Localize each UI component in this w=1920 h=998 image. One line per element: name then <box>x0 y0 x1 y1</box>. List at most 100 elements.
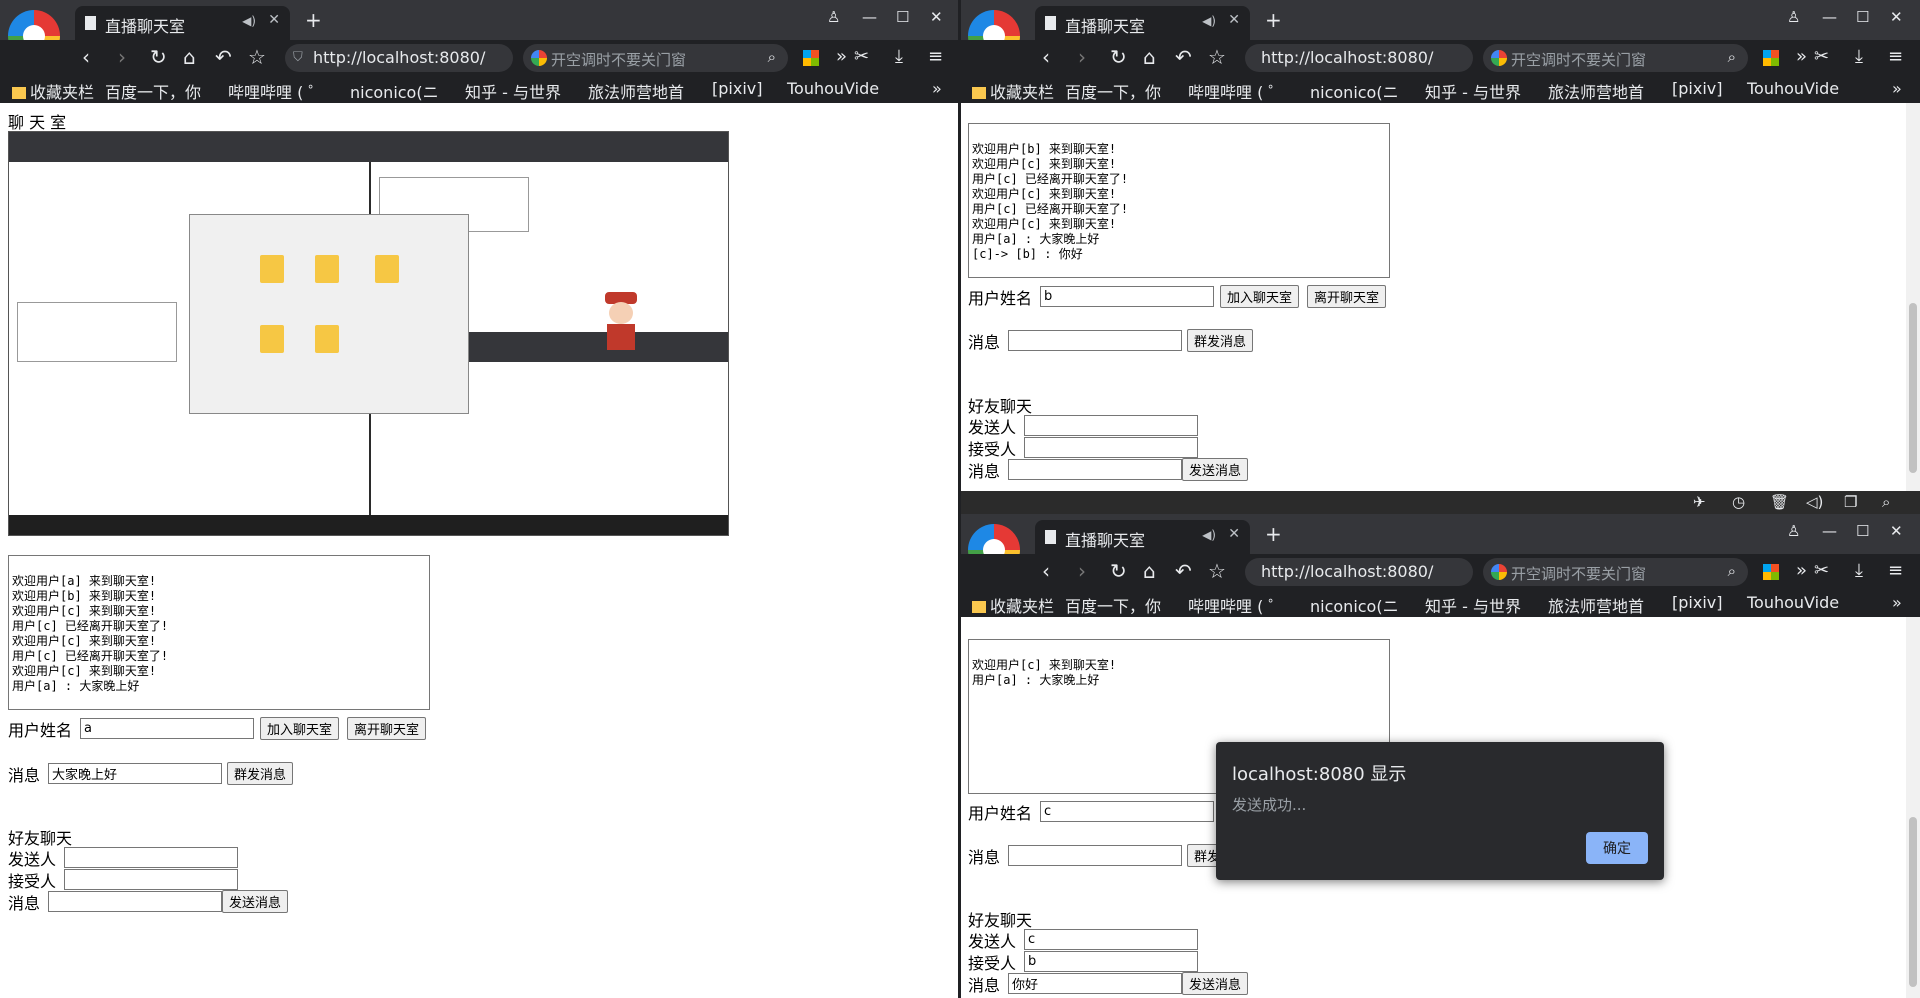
bookmark-zhihu[interactable]: 知乎 - 与世界 <box>1425 79 1521 103</box>
back-icon[interactable]: ‹ <box>1042 560 1050 582</box>
shirt-icon[interactable]: ♙ <box>827 8 840 26</box>
forward-icon[interactable]: › <box>1078 46 1086 68</box>
apps-icon[interactable] <box>1763 564 1779 580</box>
bookmark-bilibili[interactable]: 哔哩哔哩 ( ゜ <box>1188 79 1284 103</box>
close-window-button[interactable]: ✕ <box>1890 522 1903 540</box>
scissors-icon[interactable]: ✂ <box>1814 560 1829 581</box>
bookmark-folder[interactable]: 收藏夹栏 <box>972 593 1054 617</box>
window-icon[interactable]: ❐ <box>1844 493 1857 511</box>
address-bar[interactable]: http://localhost:8080/ <box>1245 558 1473 586</box>
close-tab-icon[interactable]: ✕ <box>1228 526 1240 542</box>
broadcast-button[interactable]: 群发消息 <box>1187 329 1254 352</box>
scrollbar[interactable] <box>1906 103 1920 491</box>
username-input[interactable] <box>1040 801 1214 822</box>
more-extensions-icon[interactable]: » <box>1796 560 1807 581</box>
username-input[interactable] <box>1040 286 1214 307</box>
more-extensions-icon[interactable]: » <box>1796 46 1807 67</box>
browser-tab[interactable]: 直播聊天室 ◀) ✕ <box>1035 520 1250 554</box>
search-icon[interactable]: ⌕ <box>1728 48 1736 66</box>
scrollbar-thumb[interactable] <box>1909 817 1917 987</box>
menu-icon[interactable]: ≡ <box>1888 46 1903 67</box>
message-input[interactable] <box>1008 845 1182 866</box>
scrollbar[interactable] <box>1906 617 1920 998</box>
star-icon[interactable]: ☆ <box>1208 46 1226 68</box>
back-icon[interactable]: ‹ <box>1042 46 1050 68</box>
back-icon[interactable]: ‹ <box>82 46 90 68</box>
browser-tab[interactable]: 直播聊天室 ◀) ✕ <box>1035 6 1250 40</box>
bookmark-touhou[interactable]: TouhouVide <box>787 79 879 98</box>
chat-log[interactable]: 欢迎用户[b] 来到聊天室! 欢迎用户[c] 来到聊天室! 用户[c] 已经离开… <box>968 123 1390 278</box>
receiver-input[interactable] <box>1024 437 1198 458</box>
new-tab-button[interactable]: + <box>305 8 322 32</box>
username-input[interactable] <box>80 718 254 739</box>
address-bar[interactable]: http://localhost:8080/ <box>1245 44 1473 72</box>
shirt-icon[interactable]: ♙ <box>1787 522 1800 540</box>
download-icon[interactable]: ⤓ <box>1855 560 1863 581</box>
send-button[interactable]: 发送消息 <box>1182 972 1249 995</box>
apps-icon[interactable] <box>803 50 819 66</box>
bookmark-pixiv[interactable]: [pixiv] <box>712 79 762 98</box>
bookmark-bilibili[interactable]: 哔哩哔哩 ( ゜ <box>1188 593 1284 617</box>
friend-message-input[interactable] <box>1008 459 1182 480</box>
address-bar[interactable]: ⛉ http://localhost:8080/ <box>285 44 513 72</box>
reload-icon[interactable]: ↻ <box>1110 560 1127 582</box>
receiver-input[interactable] <box>64 869 238 890</box>
undo-icon[interactable]: ↶ <box>1175 46 1192 68</box>
bookmark-niconico[interactable]: niconico(ニ <box>350 79 439 103</box>
browser-tab[interactable]: 直播聊天室 ◀) ✕ <box>75 6 290 40</box>
search-box[interactable]: 开空调时不要关门窗 ⌕ <box>1483 558 1748 586</box>
bookmark-pixiv[interactable]: [pixiv] <box>1672 593 1722 612</box>
forward-icon[interactable]: › <box>1078 560 1086 582</box>
menu-icon[interactable]: ≡ <box>928 46 943 67</box>
search-box[interactable]: 开空调时不要关门窗 ⌕ <box>1483 44 1748 72</box>
join-button[interactable]: 加入聊天室 <box>260 717 340 740</box>
bookmark-pixiv[interactable]: [pixiv] <box>1672 79 1722 98</box>
maximize-button[interactable]: ☐ <box>896 8 909 26</box>
bookmark-zhihu[interactable]: 知乎 - 与世界 <box>465 79 561 103</box>
new-tab-button[interactable]: + <box>1265 8 1282 32</box>
shirt-icon[interactable]: ♙ <box>1787 8 1800 26</box>
bookmark-bilibili[interactable]: 哔哩哔哩 ( ゜ <box>228 79 324 103</box>
bookmark-baidu[interactable]: 百度一下，你 <box>1065 593 1161 617</box>
download-icon[interactable]: ⤓ <box>895 46 903 67</box>
receiver-input[interactable] <box>1024 951 1198 972</box>
minimize-button[interactable]: — <box>1822 522 1837 540</box>
search-icon[interactable]: ⌕ <box>768 48 776 66</box>
sender-input[interactable] <box>1024 929 1198 950</box>
message-input[interactable] <box>48 763 222 784</box>
bookmark-camp[interactable]: 旅法师营地首 <box>588 79 684 103</box>
reload-icon[interactable]: ↻ <box>1110 46 1127 68</box>
download-icon[interactable]: ⤓ <box>1855 46 1863 67</box>
search-icon[interactable]: ⌕ <box>1728 562 1736 580</box>
scrollbar-thumb[interactable] <box>1909 303 1917 473</box>
bookmarks-more[interactable]: » <box>1892 79 1902 98</box>
bookmark-camp[interactable]: 旅法师营地首 <box>1548 593 1644 617</box>
maximize-button[interactable]: ☐ <box>1856 8 1869 26</box>
star-icon[interactable]: ☆ <box>248 46 266 68</box>
alert-ok-button[interactable]: 确定 <box>1586 832 1648 864</box>
chat-log[interactable]: 欢迎用户[a] 来到聊天室! 欢迎用户[b] 来到聊天室! 欢迎用户[c] 来到… <box>8 555 430 710</box>
bookmark-folder[interactable]: 收藏夹栏 <box>12 79 94 103</box>
friend-message-input[interactable] <box>48 891 222 912</box>
join-button[interactable]: 加入聊天室 <box>1220 285 1300 308</box>
menu-icon[interactable]: ≡ <box>1888 560 1903 581</box>
star-icon[interactable]: ☆ <box>1208 560 1226 582</box>
bookmark-niconico[interactable]: niconico(ニ <box>1310 593 1399 617</box>
bookmark-zhihu[interactable]: 知乎 - 与世界 <box>1425 593 1521 617</box>
leave-button[interactable]: 离开聊天室 <box>1307 285 1387 308</box>
more-extensions-icon[interactable]: » <box>836 46 847 67</box>
volume-icon[interactable]: ◁) <box>1806 493 1823 511</box>
search-icon[interactable]: ⌕ <box>1882 493 1890 511</box>
minimize-button[interactable]: — <box>1822 8 1837 26</box>
message-input[interactable] <box>1008 330 1182 351</box>
bookmark-folder[interactable]: 收藏夹栏 <box>972 79 1054 103</box>
bookmarks-more[interactable]: » <box>932 79 942 98</box>
broadcast-button[interactable]: 群发消息 <box>227 762 294 785</box>
speaker-icon[interactable]: ◀) <box>1202 528 1216 542</box>
search-box[interactable]: 开空调时不要关门窗 ⌕ <box>523 44 788 72</box>
clock-icon[interactable]: ◷ <box>1732 493 1745 511</box>
friend-message-input[interactable] <box>1008 973 1182 994</box>
close-tab-icon[interactable]: ✕ <box>1228 12 1240 28</box>
bookmark-baidu[interactable]: 百度一下，你 <box>105 79 201 103</box>
sender-input[interactable] <box>1024 415 1198 436</box>
